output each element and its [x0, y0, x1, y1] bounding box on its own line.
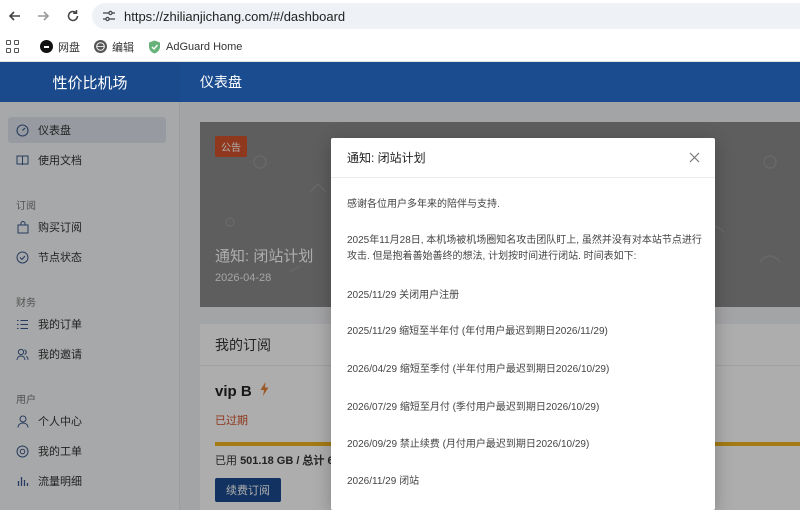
modal-paragraph: 2026/04/29 缩短至季付 (半年付用户最迟到期日2026/10/29) [347, 364, 610, 375]
notice-modal: 通知: 闭站计划 感谢各位用户多年来的陪伴与支持. 2025年11月28日, 本… [331, 138, 715, 510]
modal-paragraph: 感谢各位用户多年来的陪伴与支持. [347, 199, 500, 210]
modal-paragraph: 2026/07/29 缩短至月付 (季付用户最迟到期日2026/10/29) [347, 402, 600, 413]
modal-paragraph: 2025/11/29 缩短至半年付 (年付用户最迟到期日2026/11/29) [347, 326, 608, 337]
forward-arrow-icon [38, 11, 50, 21]
reload-button[interactable] [58, 0, 88, 32]
app-header: 性价比机场 仪表盘 [0, 62, 800, 102]
bookmark-label: 网盘 [58, 41, 80, 54]
bookmark-edit[interactable]: 编辑 [94, 39, 134, 55]
bookmark-label: 编辑 [112, 41, 134, 54]
cloud-disk-icon [40, 40, 53, 53]
url-text: https://zhilianjichang.com/#/dashboard [124, 8, 346, 24]
modal-header: 通知: 闭站计划 [331, 138, 715, 178]
modal-paragraph: 2025/11/29 关闭用户注册 [347, 290, 460, 301]
modal-paragraph: 2025年11月28日, 本机场被机场圈知名攻击团队盯上, 虽然并没有对本站节点… [347, 235, 702, 262]
bookmark-adguard[interactable]: AdGuard Home [148, 40, 242, 53]
page-title: 仪表盘 [200, 74, 242, 90]
address-bar[interactable]: https://zhilianjichang.com/#/dashboard [92, 3, 800, 29]
reload-icon [67, 10, 79, 22]
forward-button[interactable] [28, 0, 58, 32]
bookmark-label: AdGuard Home [166, 40, 243, 53]
back-button[interactable] [0, 0, 30, 32]
bookmark-cloud-disk[interactable]: 网盘 [40, 39, 80, 55]
back-arrow-icon [8, 11, 20, 21]
close-icon[interactable] [687, 150, 701, 164]
modal-title: 通知: 闭站计划 [347, 151, 426, 165]
modal-paragraph: 2026/09/29 禁止续费 (月付用户最迟到期日2026/10/29) [347, 439, 590, 450]
modal-paragraph: 2026/11/29 闭站 [347, 476, 420, 487]
apps-grid-icon[interactable] [6, 39, 20, 54]
site-settings-icon[interactable] [100, 7, 118, 25]
browser-toolbar: https://zhilianjichang.com/#/dashboard [0, 0, 800, 32]
adguard-shield-icon [148, 40, 161, 53]
brand-logo[interactable]: 性价比机场 [0, 62, 180, 102]
globe-icon [94, 40, 107, 53]
bookmarks-bar: 网盘 编辑 AdGuard Home [0, 32, 800, 62]
